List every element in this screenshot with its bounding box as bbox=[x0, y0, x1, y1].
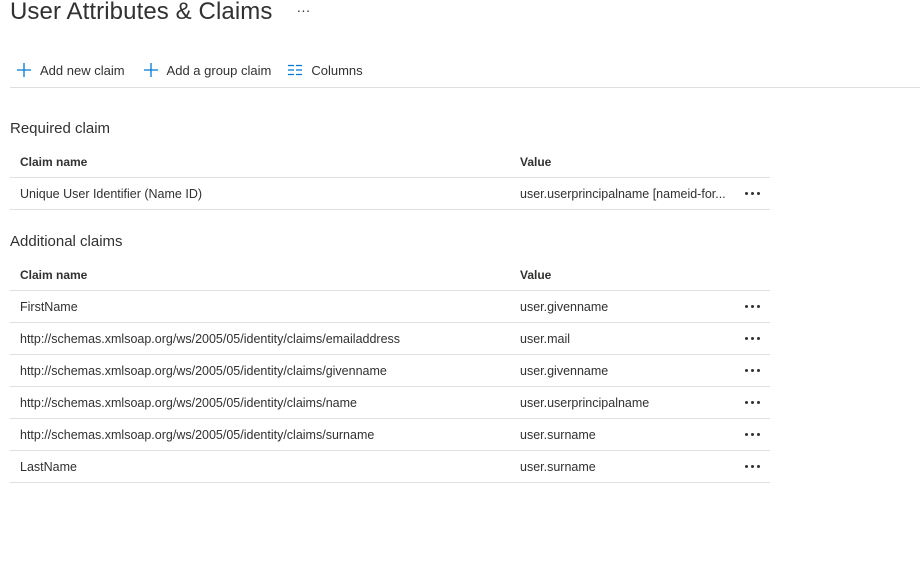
claim-name: http://schemas.xmlsoap.org/ws/2005/05/id… bbox=[20, 427, 375, 442]
row-more-options-button[interactable] bbox=[742, 428, 762, 442]
claim-value: user.surname bbox=[520, 427, 596, 442]
table-row[interactable]: LastName user.surname bbox=[10, 451, 770, 483]
additional-claims-table: Claim name Value FirstName user.givennam… bbox=[10, 259, 770, 483]
toolbar: Add new claim Add a group claim Columns bbox=[10, 56, 377, 84]
claim-value: user.mail bbox=[520, 331, 571, 346]
table-header: Claim name Value bbox=[10, 259, 770, 291]
add-new-claim-button[interactable]: Add new claim bbox=[8, 56, 125, 84]
row-more-options-button[interactable] bbox=[742, 364, 762, 378]
column-header-claim-name[interactable]: Claim name bbox=[20, 268, 500, 282]
claim-value: user.givenname bbox=[520, 299, 609, 314]
column-header-claim-name[interactable]: Claim name bbox=[20, 155, 500, 169]
table-row[interactable]: http://schemas.xmlsoap.org/ws/2005/05/id… bbox=[10, 355, 770, 387]
claim-value: user.surname bbox=[520, 459, 596, 474]
columns-label: Columns bbox=[311, 62, 363, 78]
page-title: User Attributes & Claims bbox=[10, 0, 273, 25]
claim-value: user.userprincipalname bbox=[520, 395, 650, 410]
row-more-options-button[interactable] bbox=[742, 300, 762, 314]
table-row[interactable]: http://schemas.xmlsoap.org/ws/2005/05/id… bbox=[10, 419, 770, 451]
required-claim-heading: Required claim bbox=[10, 120, 111, 137]
row-more-options-button[interactable] bbox=[742, 332, 762, 346]
claim-name: LastName bbox=[20, 459, 77, 474]
table-header: Claim name Value bbox=[10, 146, 770, 178]
columns-icon bbox=[287, 62, 303, 78]
claim-name: http://schemas.xmlsoap.org/ws/2005/05/id… bbox=[20, 331, 401, 346]
add-new-claim-label: Add new claim bbox=[40, 62, 125, 78]
claim-value: user.givenname bbox=[520, 363, 609, 378]
claim-name: Unique User Identifier (Name ID) bbox=[20, 186, 203, 201]
table-row[interactable]: FirstName user.givenname bbox=[10, 291, 770, 323]
add-group-claim-label: Add a group claim bbox=[166, 62, 272, 78]
column-header-value[interactable]: Value bbox=[520, 155, 740, 169]
claim-name: http://schemas.xmlsoap.org/ws/2005/05/id… bbox=[20, 363, 387, 378]
table-row[interactable]: Unique User Identifier (Name ID) user.us… bbox=[10, 178, 770, 210]
plus-icon bbox=[16, 62, 32, 78]
row-more-options-button[interactable] bbox=[742, 187, 762, 201]
claim-name: http://schemas.xmlsoap.org/ws/2005/05/id… bbox=[20, 395, 357, 410]
add-group-claim-button[interactable]: Add a group claim bbox=[135, 56, 272, 84]
table-row[interactable]: http://schemas.xmlsoap.org/ws/2005/05/id… bbox=[10, 323, 770, 355]
column-header-value[interactable]: Value bbox=[520, 268, 740, 282]
page-more-options-button[interactable]: ··· bbox=[296, 3, 310, 17]
additional-claims-heading: Additional claims bbox=[10, 233, 123, 250]
title-row: User Attributes & Claims ··· bbox=[10, 0, 310, 28]
claim-value: user.userprincipalname [nameid-for... bbox=[520, 186, 726, 201]
claim-name: FirstName bbox=[20, 299, 78, 314]
row-more-options-button[interactable] bbox=[742, 396, 762, 410]
required-claim-table: Claim name Value Unique User Identifier … bbox=[10, 146, 770, 210]
row-more-options-button[interactable] bbox=[742, 460, 762, 474]
table-row[interactable]: http://schemas.xmlsoap.org/ws/2005/05/id… bbox=[10, 387, 770, 419]
toolbar-divider bbox=[10, 87, 920, 88]
columns-button[interactable]: Columns bbox=[279, 56, 363, 84]
plus-icon bbox=[143, 62, 159, 78]
